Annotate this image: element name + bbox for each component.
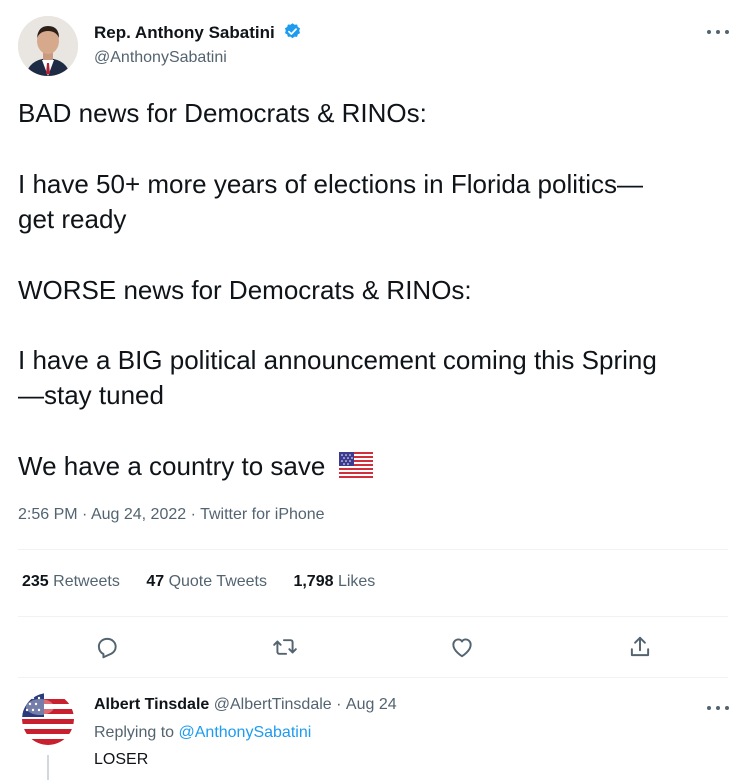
tweet-text-line-last: We have a country to save	[18, 451, 373, 484]
tweet-stats: 235 Retweets 47 Quote Tweets 1,798 Likes	[22, 573, 397, 591]
retweets-stat[interactable]: 235 Retweets	[22, 573, 120, 590]
tweet-time[interactable]: 2:56 PM	[18, 506, 78, 523]
tweet-meta: 2:56 PM · Aug 24, 2022 · Twitter for iPh…	[18, 506, 325, 524]
likes-label: Likes	[337, 573, 376, 590]
divider	[18, 549, 728, 550]
quote-tweets-stat[interactable]: 47 Quote Tweets	[146, 573, 267, 590]
reply-author-name[interactable]: Albert Tinsdale	[94, 696, 209, 713]
author-name[interactable]: Rep. Anthony Sabatini	[94, 23, 275, 42]
author-avatar[interactable]	[18, 16, 78, 76]
reply-separator: ·	[336, 696, 342, 713]
like-icon[interactable]	[447, 632, 477, 662]
retweets-label: Retweets	[53, 573, 120, 590]
quote-tweets-count: 47	[146, 573, 165, 590]
tweet-text-line: I have a BIG political announcement comi…	[18, 345, 657, 375]
reply-author-avatar[interactable]	[22, 693, 74, 745]
replying-to: Replying to @AnthonySabatini	[94, 724, 311, 742]
thread-line	[47, 755, 49, 780]
likes-count: 1,798	[293, 573, 334, 590]
tweet-source[interactable]: Twitter for iPhone	[200, 506, 325, 523]
reply-date[interactable]: Aug 24	[346, 696, 397, 713]
meta-separator: ·	[82, 506, 88, 523]
retweet-icon[interactable]	[270, 632, 300, 662]
share-icon[interactable]	[625, 632, 655, 662]
quote-tweets-label: Quote Tweets	[168, 573, 267, 590]
tweet-date[interactable]: Aug 24, 2022	[91, 506, 186, 523]
more-options-icon[interactable]	[707, 27, 729, 37]
divider	[18, 616, 728, 617]
author-name-row[interactable]: Rep. Anthony Sabatini	[94, 22, 302, 46]
tweet-text-line: BAD news for Democrats & RINOs:	[18, 98, 427, 128]
tweet-text-line: We have a country to save	[18, 451, 326, 481]
reply-header: Albert Tinsdale @AlbertTinsdale · Aug 24	[94, 696, 397, 714]
retweets-count: 235	[22, 573, 49, 590]
verified-badge-icon	[283, 22, 302, 46]
us-flag-emoji-icon	[338, 452, 373, 484]
divider	[18, 677, 728, 678]
reply-icon[interactable]	[92, 632, 122, 662]
author-handle[interactable]: @AnthonySabatini	[94, 49, 227, 67]
reply-more-options-icon[interactable]	[707, 703, 729, 713]
tweet-text-line: —stay tuned	[18, 380, 164, 410]
reply-author-handle[interactable]: @AlbertTinsdale	[214, 696, 332, 713]
likes-stat[interactable]: 1,798 Likes	[293, 573, 375, 590]
replying-to-mention[interactable]: @AnthonySabatini	[179, 724, 312, 741]
replying-to-prefix: Replying to	[94, 724, 175, 741]
reply-text: LOSER	[94, 751, 149, 768]
meta-separator: ·	[190, 506, 196, 523]
tweet-text-line: I have 50+ more years of elections in Fl…	[18, 169, 644, 199]
tweet-text-line: WORSE news for Democrats & RINOs:	[18, 275, 472, 305]
tweet-text-line: get ready	[18, 204, 127, 234]
